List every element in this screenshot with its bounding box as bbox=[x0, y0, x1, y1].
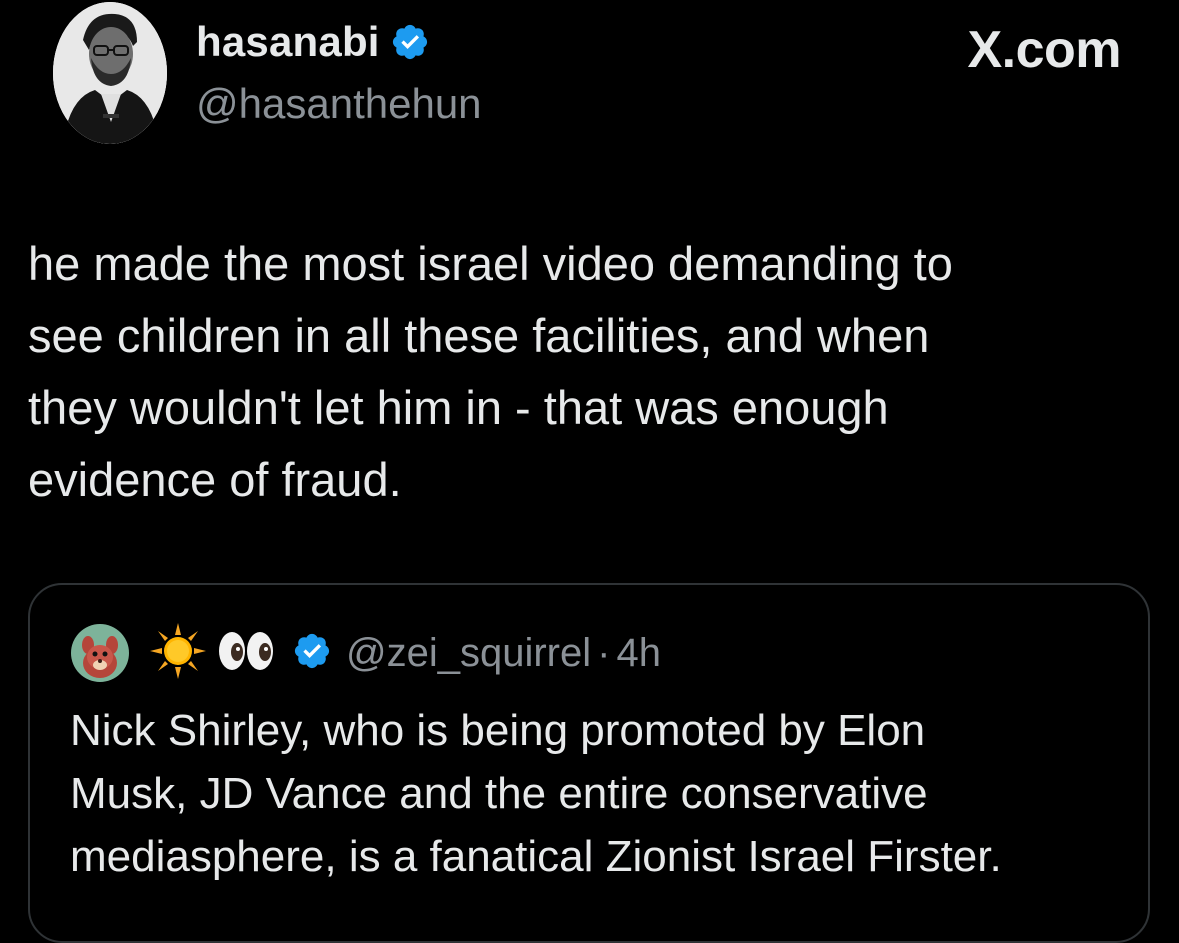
author-name-row: hasanabi bbox=[196, 18, 430, 66]
author-avatar[interactable] bbox=[53, 2, 167, 144]
squirrel-avatar-icon[interactable] bbox=[70, 623, 130, 683]
quoted-post-header: @zei_squirrel · 4h bbox=[70, 621, 661, 685]
post-header: hasanabi @hasanthehun X.com bbox=[0, 0, 1179, 150]
eyes-emoji-icon bbox=[214, 621, 278, 686]
quoted-post-timestamp[interactable]: 4h bbox=[616, 631, 661, 676]
quoted-post-card[interactable]: @zei_squirrel · 4h Nick Shirley, who is … bbox=[28, 583, 1150, 943]
author-handle[interactable]: @hasanthehun bbox=[196, 80, 482, 128]
sun-emoji-icon bbox=[148, 621, 208, 686]
post-text: he made the most israel video demanding … bbox=[28, 237, 953, 506]
author-display-name[interactable]: hasanabi bbox=[196, 18, 380, 66]
meta-separator: · bbox=[597, 630, 611, 675]
quoted-post-text: Nick Shirley, who is being promoted by E… bbox=[70, 706, 1002, 881]
verified-badge-icon bbox=[390, 22, 430, 62]
quoted-author-handle[interactable]: @zei_squirrel bbox=[346, 631, 591, 676]
brand-watermark: X.com bbox=[967, 21, 1121, 79]
profile-photo-icon bbox=[53, 2, 167, 144]
quoted-verified-badge-icon bbox=[292, 631, 332, 676]
